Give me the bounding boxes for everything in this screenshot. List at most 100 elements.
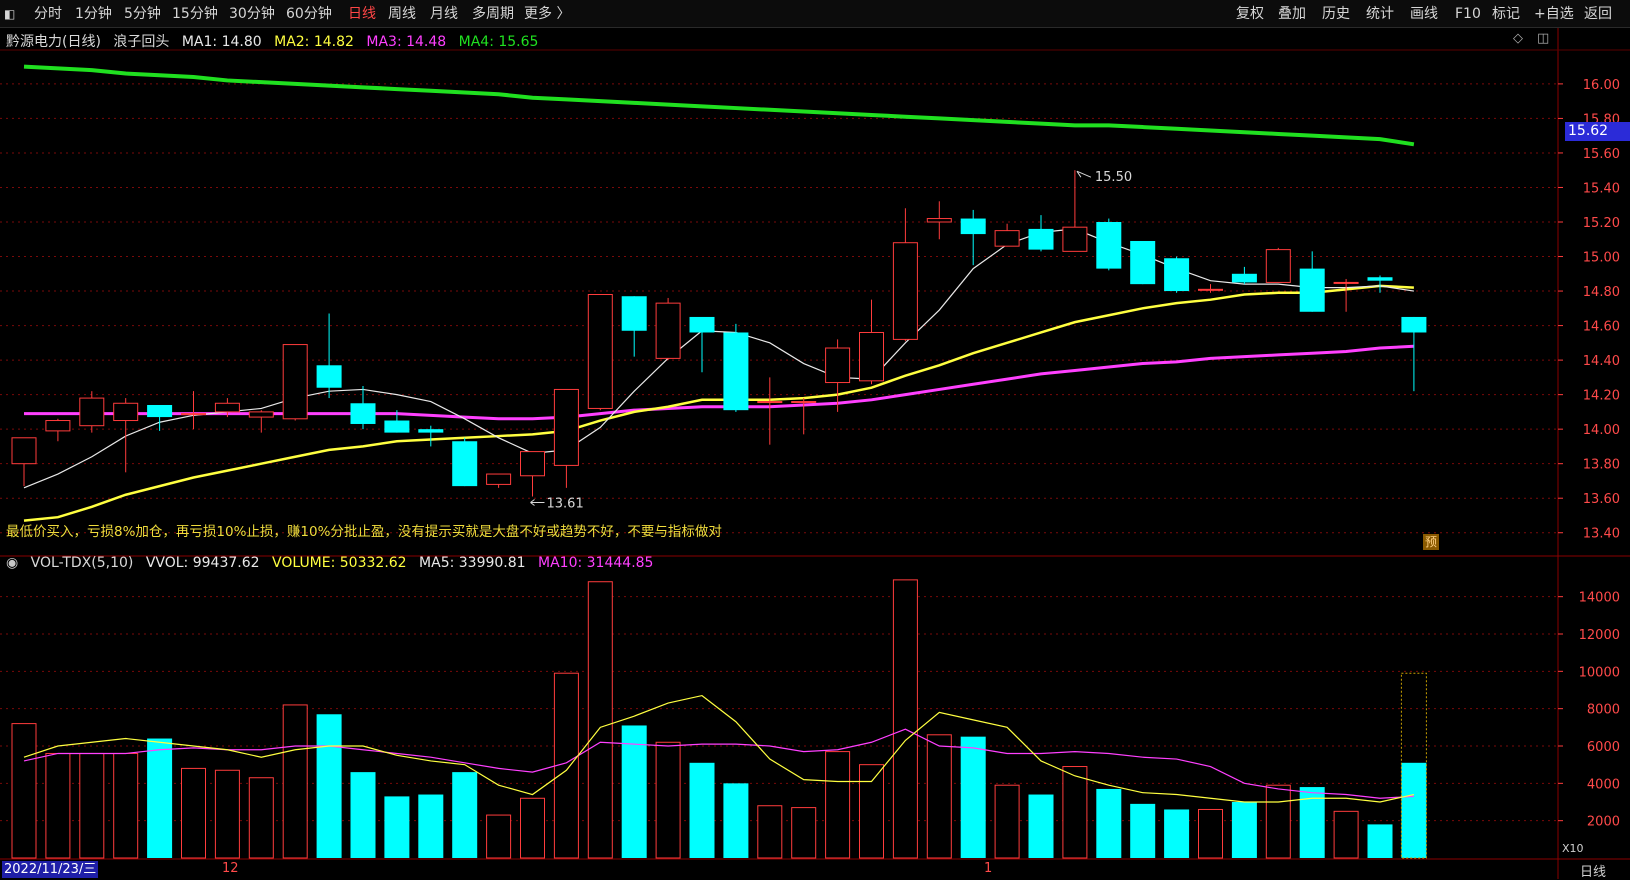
volume-bar	[1062, 766, 1088, 859]
candle-body	[859, 331, 884, 382]
period-tab-8[interactable]: 月线	[430, 4, 458, 24]
tool-button-7[interactable]: +自选	[1534, 4, 1574, 24]
ma3-value: MA3: 14.48	[366, 34, 447, 50]
volume-bar	[587, 581, 613, 859]
volume-bar	[1299, 787, 1325, 858]
candle-body	[1198, 288, 1223, 291]
period-tab-7[interactable]: 周线	[388, 4, 416, 24]
volume-bar	[960, 736, 986, 858]
volume-bar	[1333, 810, 1359, 859]
volume-bar	[1401, 762, 1427, 858]
period-tab-2[interactable]: 5分钟	[124, 4, 161, 24]
period-tab-3[interactable]: 15分钟	[172, 4, 218, 24]
price-tick-label: 13.40	[1583, 527, 1620, 542]
volume-bar	[859, 764, 884, 859]
price-tick-label: 14.00	[1583, 423, 1620, 438]
volume-tick-label: 10000	[1579, 665, 1620, 680]
candle-body	[248, 411, 274, 418]
volume-bar	[825, 751, 851, 859]
candle-body	[452, 441, 478, 487]
candle-body	[791, 401, 817, 404]
period-tab-10[interactable]: 更多 〉	[524, 4, 570, 24]
settings-diamond-icon[interactable]: ◇	[1513, 31, 1523, 46]
period-tab-0[interactable]: 分时	[34, 4, 62, 24]
volume-tick-label: 4000	[1587, 777, 1620, 792]
candle-body	[11, 437, 37, 465]
candle-body	[79, 397, 105, 427]
candle-body	[214, 402, 240, 413]
volume-bar	[282, 704, 308, 859]
indicator-name[interactable]: 浪子回头	[113, 34, 169, 50]
candle-body	[655, 302, 681, 359]
candle-body	[1130, 240, 1156, 285]
volume-bar	[1231, 802, 1257, 858]
volume-bar	[181, 767, 206, 859]
candle-body	[757, 401, 783, 404]
panel-layout-icon[interactable]: ◫	[1537, 31, 1549, 46]
candle-body	[1265, 249, 1291, 283]
volume-bar	[994, 784, 1020, 859]
candle-body	[282, 344, 308, 420]
candle-body	[926, 218, 952, 223]
volume-tick-label: 6000	[1587, 740, 1620, 755]
price-tick-label: 15.60	[1583, 147, 1620, 162]
candle-body	[1096, 222, 1122, 269]
tool-button-3[interactable]: 统计	[1366, 4, 1394, 24]
period-tab-6[interactable]: 日线	[348, 4, 376, 24]
candle-body	[892, 242, 918, 340]
candle-body	[1333, 281, 1359, 284]
period-tab-4[interactable]: 30分钟	[229, 4, 275, 24]
panel-toggle-icon[interactable]: ◧	[4, 4, 15, 24]
tool-button-4[interactable]: 画线	[1410, 4, 1438, 24]
candle-body	[1028, 228, 1054, 250]
candle-body	[418, 429, 444, 433]
candle-body	[553, 388, 579, 466]
indicator-header: 黔源电力(日线) 浪子回头 MA1: 14.80 MA2: 14.82 MA3:…	[6, 31, 546, 50]
price-tick-label: 15.00	[1583, 251, 1620, 266]
volume-bar	[316, 714, 342, 858]
candle-body	[1401, 316, 1427, 333]
candle-body	[587, 294, 613, 409]
volume-bar	[384, 796, 410, 858]
volume-bar	[655, 741, 681, 859]
tool-button-1[interactable]: 叠加	[1278, 4, 1306, 24]
price-tick-label: 15.20	[1583, 216, 1620, 231]
date-cursor-tag: 2022/11/23/三	[2, 861, 99, 878]
low-price-label: 13.61	[547, 496, 584, 511]
volume-bar	[214, 769, 240, 859]
period-tab-5[interactable]: 60分钟	[286, 4, 332, 24]
price-tick-label: 13.60	[1583, 492, 1620, 507]
candle-body	[1164, 258, 1190, 292]
volume-bar	[723, 783, 749, 858]
candle-body	[45, 420, 71, 432]
volume-bar	[1198, 808, 1223, 859]
volume-value: VOLUME: 50332.62	[271, 555, 407, 571]
volume-bar	[418, 794, 444, 858]
tool-button-6[interactable]: 标记	[1492, 4, 1520, 24]
kline-chart[interactable]: 16.0015.8015.6015.4015.2015.0014.8014.60…	[0, 0, 1630, 879]
volume-bar	[892, 579, 918, 859]
period-tab-9[interactable]: 多周期	[472, 4, 514, 24]
period-tab-1[interactable]: 1分钟	[75, 4, 112, 24]
tool-button-5[interactable]: F10	[1455, 4, 1481, 24]
volume-tick-label: 12000	[1579, 628, 1620, 643]
price-tick-label: 15.40	[1583, 181, 1620, 196]
volume-tick-label: 8000	[1587, 703, 1620, 718]
tool-button-0[interactable]: 复权	[1236, 4, 1264, 24]
candle-body	[825, 347, 851, 384]
tool-button-8[interactable]: 返回	[1584, 4, 1612, 24]
candle-body	[384, 420, 410, 433]
stock-name[interactable]: 黔源电力(日线)	[6, 34, 101, 50]
tool-button-2[interactable]: 历史	[1322, 4, 1350, 24]
volume-bar	[45, 752, 71, 859]
volume-bar	[113, 752, 139, 859]
collapse-icon[interactable]: ◉	[6, 555, 18, 571]
ma2-line	[23, 284, 1414, 522]
strategy-text: 最低价买入，亏损8%加仓，再亏损10%止损，赚10%分批止盈，没有提示买就是大盘…	[6, 524, 722, 540]
candle-body	[486, 473, 512, 485]
preview-badge: 预	[1423, 534, 1439, 550]
candle-body	[316, 365, 342, 388]
volume-bar	[791, 807, 817, 859]
vol-indicator-name[interactable]: VOL-TDX(5,10)	[31, 555, 134, 571]
volume-bar	[11, 723, 37, 859]
